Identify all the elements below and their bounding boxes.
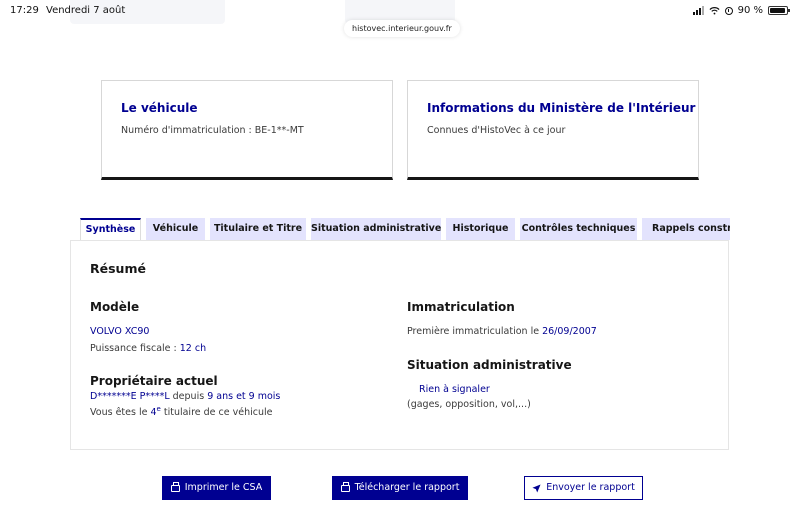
status-date: Vendredi 7 août <box>46 5 126 16</box>
battery-icon <box>768 6 790 15</box>
status-bar: 17:29 Vendredi 7 août 90 % <box>0 0 800 22</box>
vehicle-card-title: Le véhicule <box>121 101 198 115</box>
owner-since-label: depuis <box>172 391 205 402</box>
owner-duration: 9 ans et 9 mois <box>207 391 281 402</box>
tab-historique[interactable]: Historique <box>446 218 515 240</box>
tab-rappels-constructeur[interactable]: Rappels constructeur <box>642 218 730 240</box>
admin-status-value: Rien à signaler <box>419 384 490 395</box>
vehicle-card-plate: Numéro d'immatriculation : BE-1**-MT <box>121 125 304 136</box>
send-report-label: Envoyer le rapport <box>546 482 635 493</box>
tab-controles-techniques[interactable]: Contrôles techniques <box>520 218 637 240</box>
fiscal-power-label: Puissance fiscale : <box>90 343 177 354</box>
print-csa-label: Imprimer le CSA <box>184 482 263 493</box>
tab-situation-administrative[interactable]: Situation administrative <box>311 218 441 240</box>
download-report-label: Télécharger le rapport <box>354 482 460 493</box>
fiscal-power-value: 12 ch <box>179 343 207 354</box>
first-registration-label: Première immatriculation le <box>407 326 540 337</box>
status-indicators: 90 % <box>692 5 790 16</box>
vehicle-card: Le véhicule Numéro d'immatriculation : B… <box>101 80 393 180</box>
download-report-button[interactable]: Télécharger le rapport <box>332 476 468 500</box>
registration-heading: Immatriculation <box>407 300 515 314</box>
ministry-card-subtitle: Connues d'HistoVec à ce jour <box>427 125 566 136</box>
send-arrow-icon <box>532 483 541 493</box>
admin-status-details: (gages, opposition, vol,...) <box>407 399 531 410</box>
model-heading: Modèle <box>90 300 140 314</box>
ministry-card-title: Informations du Ministère de l'Intérieur <box>427 101 696 115</box>
owner-name: D*******E P****L <box>90 391 170 402</box>
printer-icon <box>340 481 350 492</box>
status-time: 17:29 <box>10 5 39 16</box>
tab-synthese[interactable]: Synthèse <box>80 218 141 240</box>
summary-heading: Résumé <box>90 261 146 276</box>
owner-heading: Propriétaire actuel <box>90 374 218 388</box>
send-report-button[interactable]: Envoyer le rapport <box>524 476 643 500</box>
battery-percent: 90 % <box>737 5 763 16</box>
owner-rank-suffix: titulaire de ce véhicule <box>163 407 273 419</box>
fiscal-power: Puissance fiscale : 12 ch <box>90 343 206 354</box>
first-registration-date: 26/09/2007 <box>542 326 597 337</box>
url-bar[interactable]: histovec.interieur.gouv.fr <box>344 20 460 37</box>
printer-icon <box>170 481 180 492</box>
print-csa-button[interactable]: Imprimer le CSA <box>162 476 271 500</box>
wifi-icon <box>709 7 720 15</box>
tab-bar: Synthèse Véhicule Titulaire et Titre Sit… <box>80 218 730 240</box>
owner-rank-number: 4e <box>150 405 161 419</box>
owner-rank-prefix: Vous êtes le <box>90 407 148 419</box>
first-registration: Première immatriculation le 26/09/2007 <box>407 326 597 337</box>
ministry-card: Informations du Ministère de l'Intérieur… <box>407 80 699 180</box>
orientation-lock-icon <box>724 6 733 15</box>
tab-titulaire[interactable]: Titulaire et Titre <box>210 218 306 240</box>
owner-line: D*******E P****L depuis 9 ans et 9 mois <box>90 391 280 402</box>
tab-vehicule[interactable]: Véhicule <box>146 218 205 240</box>
cellular-signal-icon <box>692 6 704 15</box>
owner-rank-line: Vous êtes le 4e titulaire de ce véhicule <box>90 405 272 418</box>
admin-status-heading: Situation administrative <box>407 358 572 372</box>
model-name: VOLVO XC90 <box>90 326 150 337</box>
